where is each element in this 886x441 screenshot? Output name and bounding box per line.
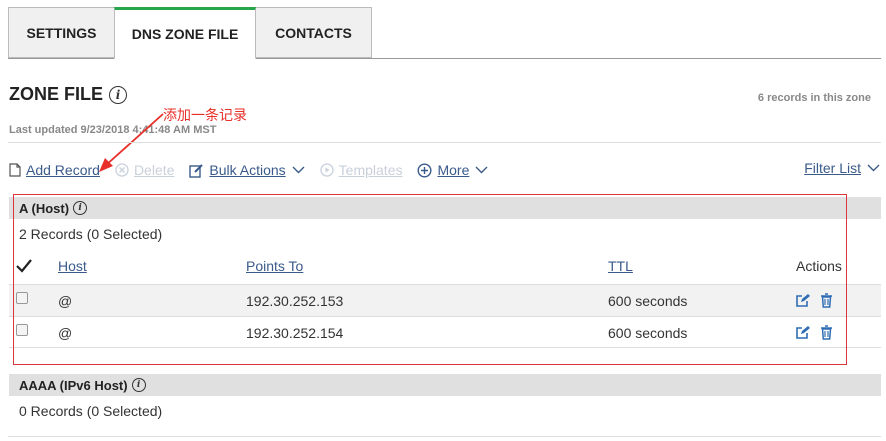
chevron-down-icon	[292, 166, 305, 174]
plus-circle-icon	[417, 162, 432, 178]
divider	[8, 142, 881, 143]
tab-bar: SETTINGS DNS ZONE FILE CONTACTS	[8, 7, 372, 59]
toolbar: Add Record Delete Bulk Actions Templates…	[9, 160, 503, 180]
chevron-down-icon	[475, 166, 488, 174]
document-icon	[9, 163, 21, 177]
bulk-actions-label: Bulk Actions	[209, 162, 286, 178]
bulk-edit-icon	[189, 163, 204, 178]
filter-list-dropdown[interactable]: Filter List	[804, 160, 880, 176]
delete-button[interactable]: Delete	[115, 162, 174, 178]
bulk-actions-dropdown[interactable]: Bulk Actions	[189, 162, 305, 178]
record-count: 6 records in this zone	[757, 92, 871, 104]
info-icon[interactable]: i	[131, 378, 146, 392]
tab-settings[interactable]: SETTINGS	[8, 7, 115, 58]
templates-button[interactable]: Templates	[320, 162, 403, 178]
section-header-aaaa-host: AAAA (IPv6 Host) i	[9, 374, 881, 396]
tab-contacts[interactable]: CONTACTS	[255, 7, 372, 58]
highlight-box	[13, 194, 847, 365]
divider	[8, 436, 881, 437]
chevron-down-icon	[867, 164, 880, 172]
selection-count: 0 Records (0 Selected)	[19, 403, 163, 419]
filter-list-label: Filter List	[804, 160, 861, 176]
page-title: ZONE FILE	[9, 84, 103, 104]
more-label: More	[437, 162, 470, 178]
section-title: AAAA (IPv6 Host)	[19, 377, 128, 393]
add-record-button[interactable]: Add Record	[9, 162, 100, 178]
more-dropdown[interactable]: More	[417, 162, 488, 178]
tab-dns-zone-file[interactable]: DNS ZONE FILE	[114, 7, 256, 59]
add-record-label: Add Record	[26, 162, 100, 178]
templates-label: Templates	[338, 162, 403, 178]
delete-circle-icon	[115, 163, 129, 177]
play-circle-icon	[320, 163, 334, 177]
info-icon[interactable]: i	[109, 85, 127, 104]
delete-label: Delete	[133, 162, 175, 178]
zone-file-title: ZONE FILE i	[9, 84, 127, 105]
